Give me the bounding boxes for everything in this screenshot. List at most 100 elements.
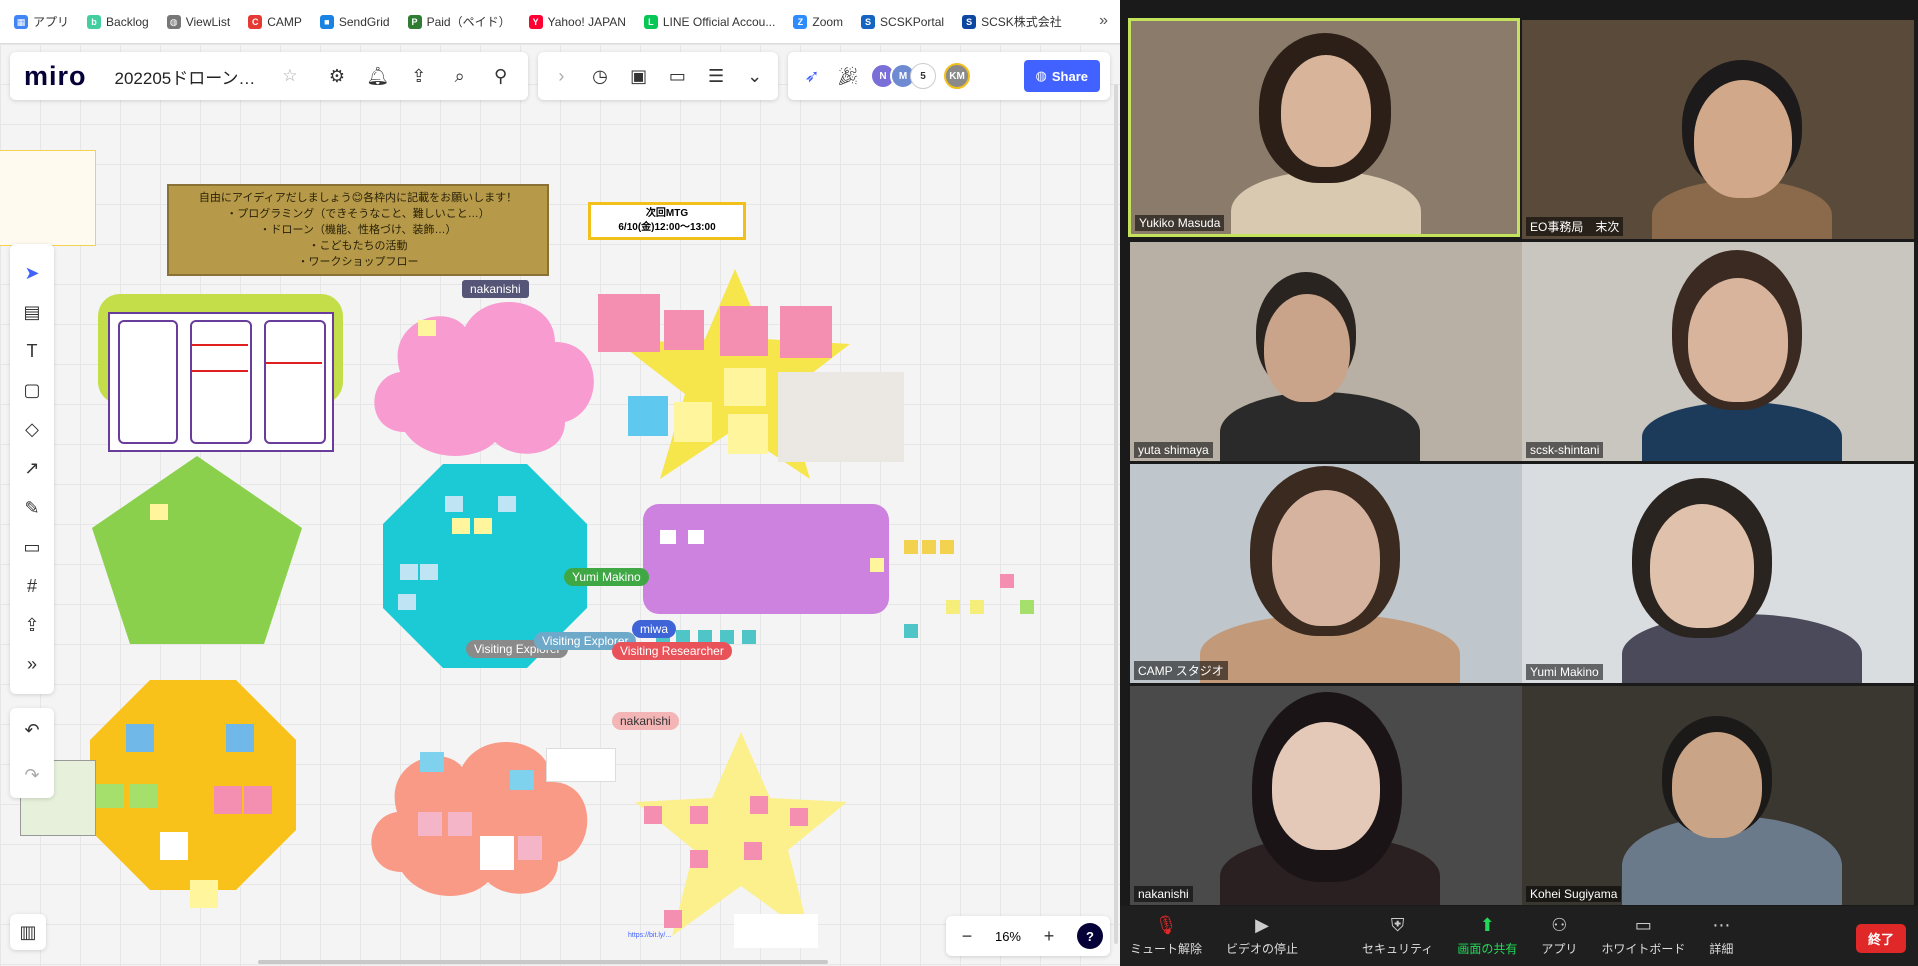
help-button[interactable]: ? — [1076, 923, 1103, 949]
sticky-note[interactable] — [970, 600, 984, 614]
undo-icon[interactable]: ↶ — [18, 717, 46, 745]
whiteboard-button[interactable]: ▭ ホワイトボード — [1601, 915, 1685, 957]
sticky-note[interactable] — [130, 784, 158, 808]
bookmark-viewlist[interactable]: ◍ ViewList — [166, 14, 230, 29]
zoom-out-icon[interactable]: − — [953, 922, 981, 950]
purple-frame[interactable] — [643, 504, 889, 614]
sticky-note[interactable] — [150, 504, 168, 520]
redo-icon[interactable]: ↷ — [18, 762, 46, 790]
handwritten-board-image[interactable] — [108, 312, 334, 452]
sticky-note[interactable] — [474, 518, 492, 534]
bookmark-zoom[interactable]: Z Zoom — [793, 14, 843, 29]
video-tile[interactable]: scsk-shintani — [1522, 242, 1914, 461]
sticky-note[interactable] — [244, 786, 272, 814]
sticky-note[interactable] — [780, 306, 832, 358]
card-icon[interactable]: ▣ — [625, 62, 652, 90]
sticky-note[interactable] — [398, 594, 416, 610]
wave-logo-image[interactable] — [546, 748, 616, 782]
sticky-note[interactable] — [690, 850, 708, 868]
bookmark-yahoo[interactable]: Y Yahoo! JAPAN — [528, 14, 626, 29]
sticky-note[interactable] — [790, 808, 808, 826]
bookmark-apps[interactable]: ▦ アプリ — [14, 13, 69, 30]
search-icon[interactable]: ⌕ — [446, 62, 473, 90]
sticky-note[interactable] — [126, 724, 154, 752]
sticky-note[interactable] — [688, 530, 704, 544]
vertical-scrollbar[interactable] — [1114, 84, 1118, 944]
sticky-note[interactable] — [664, 310, 704, 350]
sticky-note[interactable] — [420, 564, 438, 580]
avatar[interactable]: KM — [944, 63, 970, 89]
board-url-text[interactable]: https://bit.ly/... — [628, 932, 671, 939]
sticky-note[interactable] — [214, 786, 242, 814]
plugin-icon[interactable]: ⚲ — [487, 62, 514, 90]
sticky-note[interactable] — [418, 812, 442, 836]
sticky-note[interactable] — [690, 806, 708, 824]
video-tile[interactable]: CAMP スタジオ — [1130, 464, 1522, 683]
bookmark-backlog[interactable]: b Backlog — [87, 14, 149, 29]
horizontal-scrollbar[interactable] — [258, 960, 828, 964]
green-pentagon[interactable] — [92, 456, 302, 644]
cursor-tracking-icon[interactable]: ➶ — [798, 62, 826, 90]
sticky-note[interactable] — [1000, 574, 1014, 588]
sticky-note[interactable] — [724, 368, 766, 406]
sticky-note[interactable] — [742, 630, 756, 644]
text-icon[interactable]: T — [18, 338, 46, 366]
gear-icon[interactable]: ⚙ — [323, 62, 350, 90]
sticky-note[interactable] — [518, 836, 542, 860]
sticky-note[interactable] — [96, 784, 124, 808]
sticky-note[interactable] — [420, 752, 444, 772]
sticky-note[interactable] — [870, 558, 884, 572]
apps-button[interactable]: ⚇ アプリ — [1541, 915, 1577, 957]
sticky-note[interactable] — [922, 540, 936, 554]
celebrate-icon[interactable]: 🎉︎ — [834, 62, 862, 90]
sticky-note[interactable] — [452, 518, 470, 534]
sticky-note[interactable] — [664, 910, 682, 928]
star-icon[interactable]: ☆ — [282, 66, 297, 86]
sticky-note[interactable] — [598, 294, 660, 352]
sticky-note[interactable] — [946, 600, 960, 614]
video-tile[interactable]: EO事務局 末次 — [1522, 20, 1914, 239]
comment-icon[interactable]: ▭ — [18, 533, 46, 561]
sticky-note[interactable] — [226, 724, 254, 752]
chevron-right-icon[interactable]: » — [1099, 12, 1108, 30]
upload-icon[interactable]: ⇪ — [405, 62, 432, 90]
video-tile[interactable]: Yukiko Masuda — [1128, 18, 1520, 237]
notes-icon[interactable]: ☰ — [703, 62, 730, 90]
sidebar-toggle[interactable]: ▥ — [10, 914, 46, 950]
video-tile[interactable]: Yumi Makino — [1522, 464, 1914, 683]
sticky-note[interactable] — [674, 402, 712, 442]
select-cursor-icon[interactable]: ➤ — [18, 260, 46, 288]
sticky-note[interactable] — [510, 770, 534, 790]
sticky-note[interactable] — [660, 530, 676, 544]
board-name[interactable]: 202205ドローンワ... — [115, 64, 269, 89]
online-count[interactable]: 5 — [910, 63, 936, 89]
sticky-note[interactable] — [418, 320, 436, 336]
present-icon[interactable]: ▭ — [664, 62, 691, 90]
upload-icon[interactable]: ⇪ — [18, 611, 46, 639]
bookmark-camp[interactable]: C CAMP — [248, 14, 302, 29]
main-instruction-box[interactable]: 自由にアイディアだしましょう😊各枠内に記載をお願いします！ ・プログラミング（で… — [167, 184, 549, 276]
end-meeting-button[interactable]: 終了 — [1855, 924, 1906, 953]
frame-icon[interactable]: # — [18, 572, 46, 600]
more-tools-icon[interactable]: » — [18, 650, 46, 678]
bookmark-line[interactable]: L LINE Official Accou... — [643, 14, 775, 29]
sticky-note[interactable] — [445, 496, 463, 512]
pen-icon[interactable]: ✎ — [18, 494, 46, 522]
sticky-note[interactable] — [498, 496, 516, 512]
chevron-down-icon[interactable]: ⌄ — [741, 62, 768, 90]
sticky-note[interactable] — [400, 564, 418, 580]
shapes-icon[interactable]: ◇ — [18, 416, 46, 444]
security-button[interactable]: ⛨ セキュリティ — [1362, 915, 1433, 957]
sticky-note[interactable] — [940, 540, 954, 554]
zoom-in-icon[interactable]: + — [1035, 922, 1063, 950]
sticky-note[interactable] — [644, 806, 662, 824]
sticky-note[interactable] — [1020, 600, 1034, 614]
sticky-note[interactable] — [728, 414, 768, 454]
arrow-icon[interactable]: ↗ — [18, 455, 46, 483]
video-tile[interactable]: yuta shimaya — [1130, 242, 1522, 461]
more-button[interactable]: ⋯ 詳細 — [1709, 915, 1733, 957]
templates-icon[interactable]: ▤ — [18, 299, 46, 327]
sketch-image[interactable] — [778, 372, 904, 462]
bookmark-paid[interactable]: P Paid（ペイド） — [407, 13, 511, 30]
chevron-right-icon[interactable]: › — [548, 62, 575, 90]
